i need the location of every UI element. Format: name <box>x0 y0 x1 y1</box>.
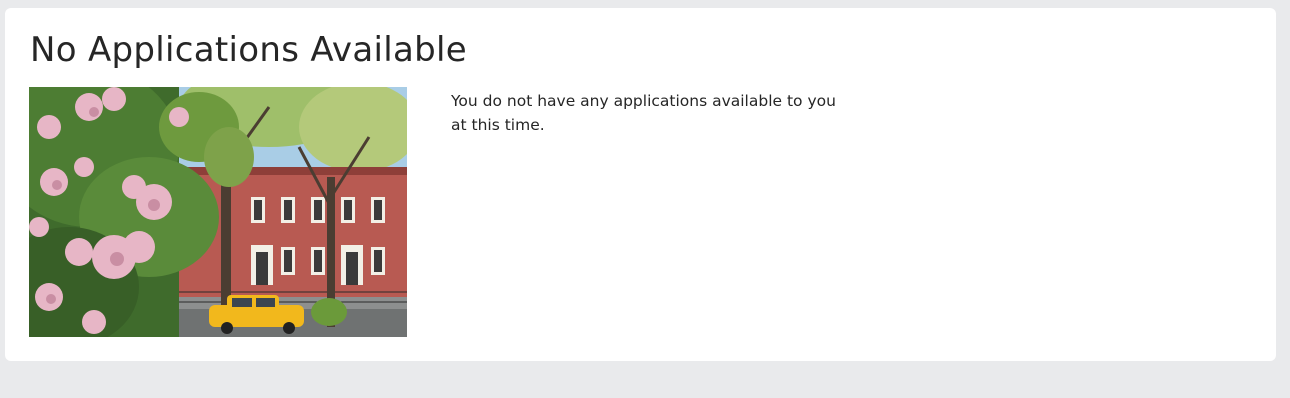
no-applications-message: You do not have any applications availab… <box>451 92 836 134</box>
street-scene-photo <box>29 87 407 337</box>
no-applications-card: No Applications Available You do not hav… <box>5 8 1276 361</box>
page-title: No Applications Available <box>30 30 467 70</box>
